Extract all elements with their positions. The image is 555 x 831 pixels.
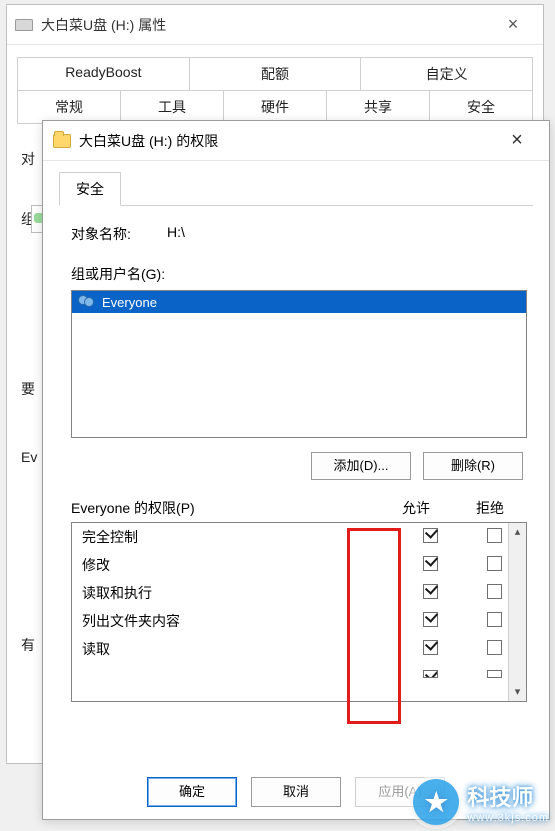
table-row: 修改	[72, 551, 526, 579]
table-row	[72, 663, 526, 683]
star-icon: ★	[425, 787, 448, 818]
tab-custom[interactable]: 自定义	[361, 57, 533, 91]
tab-readyboost[interactable]: ReadyBoost	[17, 57, 190, 91]
permissions-titlebar: 大白菜U盘 (H:) 的权限 ×	[43, 121, 549, 161]
folder-icon	[53, 134, 71, 148]
watermark-url: www.3kjs.com	[467, 812, 549, 824]
permissions-body: 安全 对象名称: H:\ 组或用户名(G): Everyone 添加(D)...…	[43, 161, 549, 702]
deny-checkbox[interactable]	[487, 612, 502, 627]
permission-label: 修改	[82, 555, 398, 575]
permissions-dialog: 大白菜U盘 (H:) 的权限 × 安全 对象名称: H:\ 组或用户名(G): …	[42, 120, 550, 820]
object-name-label: 对象名称:	[71, 224, 167, 244]
users-listbox[interactable]: Everyone	[71, 290, 527, 438]
allow-checkbox[interactable]	[423, 584, 438, 599]
allow-checkbox[interactable]	[423, 528, 438, 543]
permissions-header: Everyone 的权限(P) 允许 拒绝	[71, 498, 527, 518]
remove-button[interactable]: 删除(R)	[423, 452, 523, 480]
table-row: 读取和执行	[72, 579, 526, 607]
chevron-up-icon[interactable]: ▴	[509, 523, 526, 541]
permission-label: 列出文件夹内容	[82, 611, 398, 631]
permissions-tabs: 安全	[59, 171, 533, 206]
properties-title: 大白菜U盘 (H:) 属性	[41, 15, 491, 35]
tab-security[interactable]: 安全	[59, 172, 121, 206]
deny-checkbox[interactable]	[487, 640, 502, 655]
allow-checkbox[interactable]	[423, 640, 438, 655]
permission-label: 完全控制	[82, 527, 398, 547]
scrollbar[interactable]: ▴ ▾	[508, 523, 526, 701]
watermark-badge-icon: ★	[413, 779, 459, 825]
permission-label: 读取	[82, 639, 398, 659]
watermark-text: 科技师 www.3kjs.com	[467, 780, 549, 824]
list-item[interactable]: Everyone	[72, 291, 526, 313]
allow-checkbox[interactable]	[423, 670, 438, 678]
close-icon[interactable]: ×	[491, 14, 535, 35]
deny-checkbox[interactable]	[487, 584, 502, 599]
properties-tabs: ReadyBoost 配额 自定义 常规 工具 硬件 共享 安全	[7, 45, 543, 123]
permission-label: 读取和执行	[82, 583, 398, 603]
watermark-brand: 科技师	[467, 785, 533, 810]
watermark: ★ 科技师 www.3kjs.com	[413, 779, 549, 825]
groups-label: 组或用户名(G):	[71, 264, 533, 284]
object-name-row: 对象名称: H:\	[71, 224, 533, 244]
allow-checkbox[interactable]	[423, 612, 438, 627]
chevron-down-icon[interactable]: ▾	[509, 683, 526, 701]
object-name-value: H:\	[167, 224, 185, 244]
users-icon	[78, 295, 96, 309]
deny-checkbox[interactable]	[487, 556, 502, 571]
deny-checkbox[interactable]	[487, 670, 502, 678]
add-button[interactable]: 添加(D)...	[311, 452, 411, 480]
column-deny: 拒绝	[453, 498, 527, 518]
permissions-table: 完全控制修改读取和执行列出文件夹内容读取 ▴ ▾	[71, 522, 527, 702]
allow-checkbox[interactable]	[423, 556, 438, 571]
tab-quota[interactable]: 配额	[190, 57, 362, 91]
close-icon[interactable]: ×	[495, 129, 539, 152]
table-row: 列出文件夹内容	[72, 607, 526, 635]
drive-icon	[15, 19, 33, 31]
properties-tabs-row2: 常规 工具 硬件 共享 安全	[17, 91, 533, 123]
permissions-for-label: Everyone 的权限(P)	[71, 498, 379, 518]
table-row: 完全控制	[72, 523, 526, 551]
properties-titlebar: 大白菜U盘 (H:) 属性 ×	[7, 5, 543, 45]
list-item-label: Everyone	[102, 295, 157, 310]
properties-tabs-row1: ReadyBoost 配额 自定义	[17, 57, 533, 91]
deny-checkbox[interactable]	[487, 528, 502, 543]
cancel-button[interactable]: 取消	[251, 777, 341, 807]
table-row: 读取	[72, 635, 526, 663]
user-buttons: 添加(D)... 删除(R)	[59, 452, 523, 480]
ok-button[interactable]: 确定	[147, 777, 237, 807]
permissions-title: 大白菜U盘 (H:) 的权限	[79, 131, 495, 151]
column-allow: 允许	[379, 498, 453, 518]
